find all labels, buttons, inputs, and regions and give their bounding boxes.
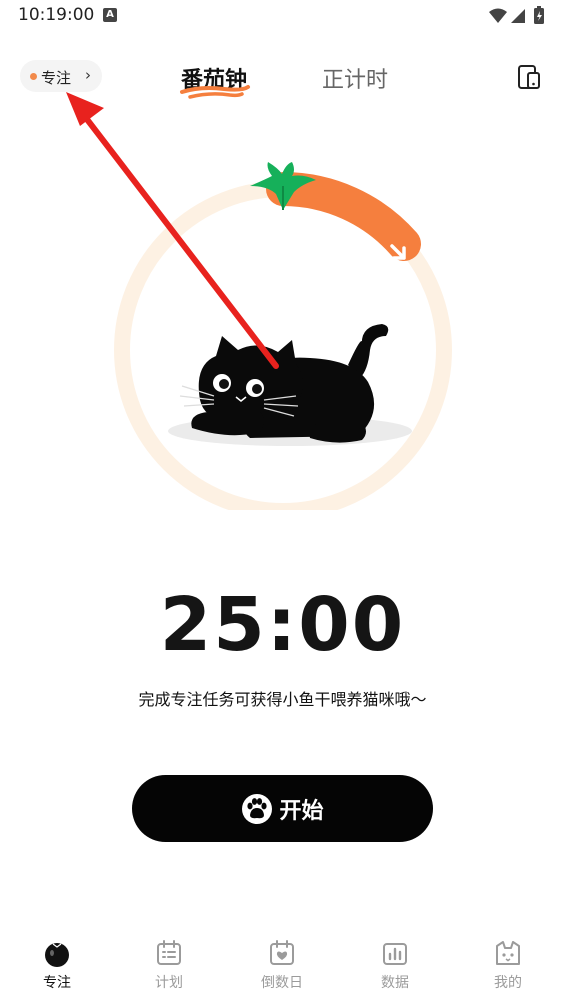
battery-icon [534,6,544,24]
black-cat-icon [179,324,389,443]
paw-icon [242,793,273,824]
focus-dot-icon [30,73,37,80]
tomato-icon [45,943,69,967]
start-button-label: 开始 [279,798,324,824]
start-button[interactable]: 开始 [132,775,433,842]
notification-a-icon: A [103,8,117,22]
nav-item-countdown[interactable]: 倒数日 [242,938,322,992]
nav-label: 数据 [381,975,409,991]
device-mode-icon[interactable] [516,64,542,90]
status-bar: 10:19:00 A [0,0,565,32]
nav-item-profile[interactable]: 我的 [468,938,548,992]
calendar-list-icon [157,940,181,965]
chevron-right-icon: › [85,66,91,84]
progress-ring-fill [266,172,421,261]
reward-hint-text: 完成专注任务可获得小鱼干喂养猫咪哦～ [138,690,427,709]
status-time: 10:19:00 [18,5,95,25]
tab-active-underline [180,85,250,99]
nav-item-focus[interactable]: 专注 [17,938,97,992]
cat-face-icon [496,941,520,965]
bar-chart-icon [383,943,407,965]
focus-selector-chip[interactable]: 专注 › [20,60,102,92]
nav-label: 计划 [155,975,183,991]
wifi-icon [489,8,507,23]
timer-display: 25:00 [159,582,406,668]
nav-label: 专注 [43,975,71,991]
bottom-nav: 专注 计划 倒数日 数据 我的 [0,930,565,1004]
nav-item-stats[interactable]: 数据 [355,938,435,992]
nav-label: 我的 [494,975,522,991]
nav-label: 倒数日 [261,975,303,991]
calendar-heart-icon [270,940,294,965]
pomodoro-screen: 10:19:00 A 专注 › 番茄钟 正计时 25:00 完成专注任务可获得小… [0,0,565,1004]
nav-item-plan[interactable]: 计划 [129,938,209,992]
status-icons [489,6,544,24]
timer-ring-illustration [114,162,452,510]
focus-chip-label: 专注 [41,69,72,87]
tab-stopwatch[interactable]: 正计时 [322,62,388,94]
signal-icon [511,9,525,23]
